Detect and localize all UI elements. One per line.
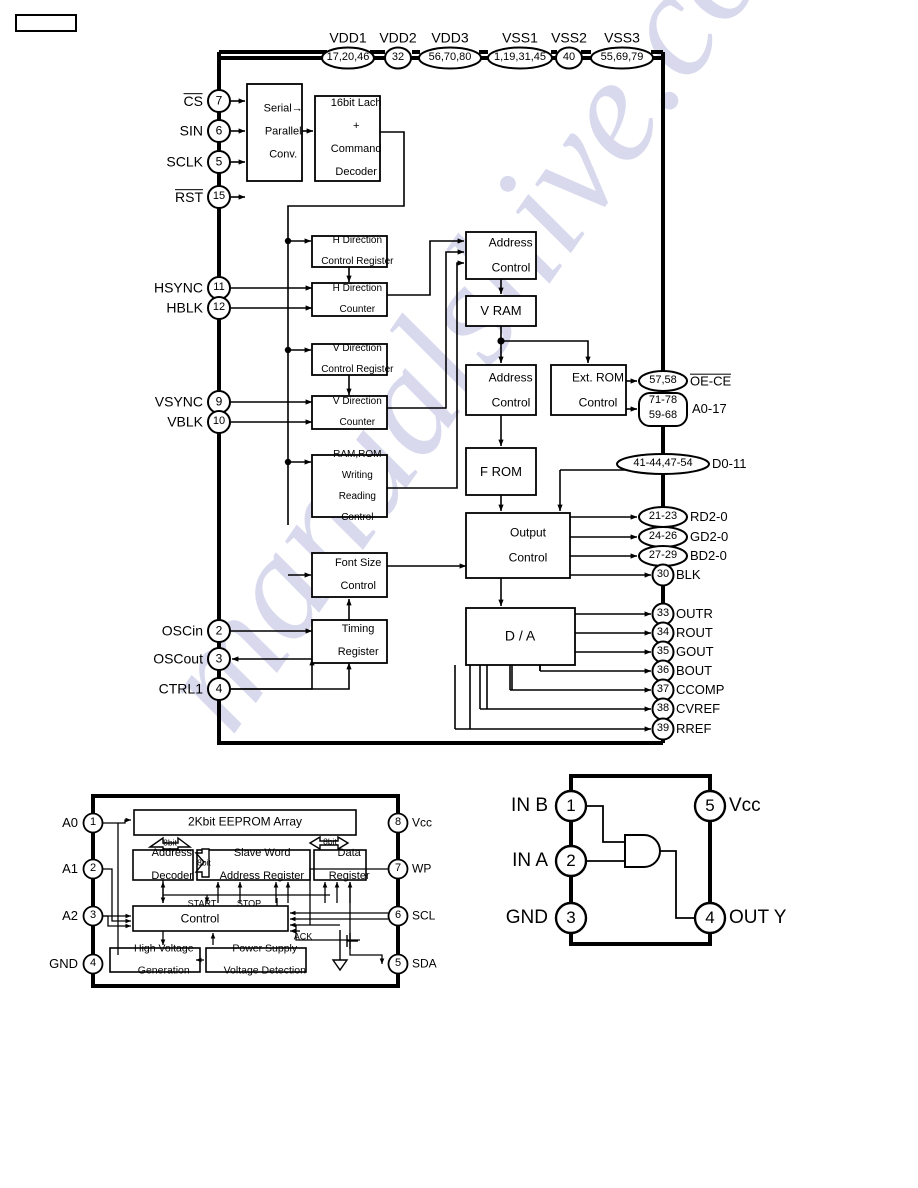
and-pinnum-gnd: 3 [566, 908, 576, 928]
and-label-gnd: GND [505, 907, 548, 929]
and-pinnum-in-b: 1 [566, 796, 576, 816]
and-pinnum-in-a: 2 [566, 851, 576, 871]
and-gate-symbol [624, 834, 661, 868]
and-label-out-y: OUT Y [729, 907, 787, 929]
and-pinnum-vcc: 5 [705, 796, 715, 816]
and-label-in-a: IN A [512, 850, 548, 872]
and-label-in-b: IN B [511, 795, 548, 817]
and-gate-diagram [554, 774, 727, 946]
and-pinnum-out-y: 4 [705, 908, 715, 928]
and-label-vcc: Vcc [729, 795, 761, 817]
page-root: manualshive.com [0, 0, 918, 1188]
